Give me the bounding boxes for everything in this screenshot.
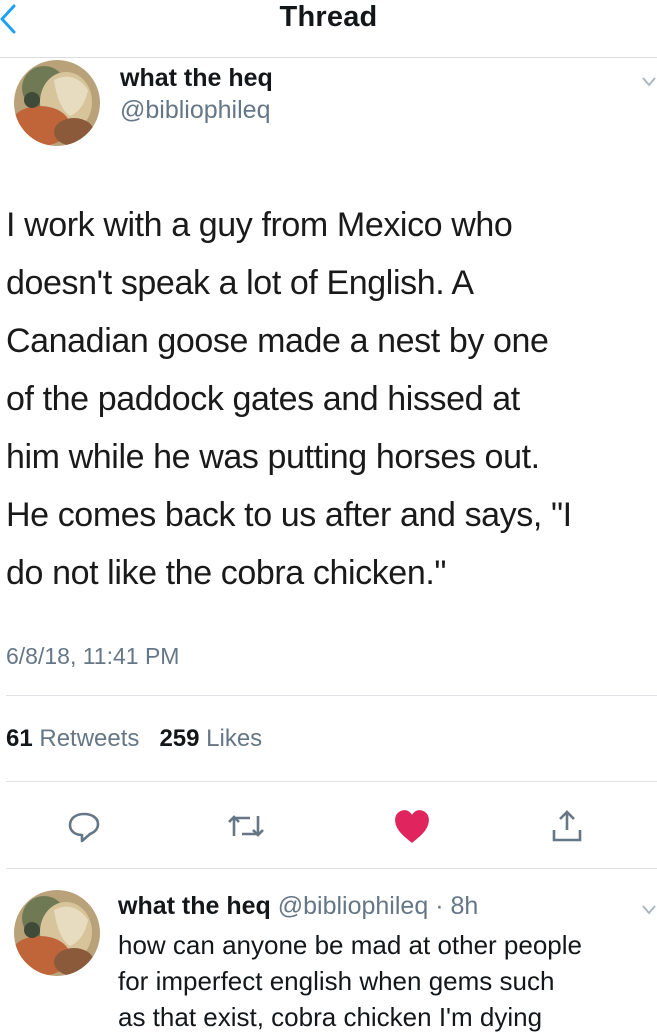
- author-handle[interactable]: @bibliophileq: [120, 96, 270, 125]
- reply-author-name[interactable]: what the heq: [118, 892, 271, 920]
- header-divider: [0, 57, 657, 58]
- heart-icon[interactable]: [392, 808, 432, 846]
- divider: [6, 781, 657, 782]
- retweets-label[interactable]: Retweets: [39, 725, 139, 752]
- navigation-bar: Thread: [0, 0, 657, 48]
- tweet-text-line: him while he was putting horses out.: [6, 438, 540, 476]
- engagement-stats: 61 Retweets 259 Likes: [6, 725, 262, 753]
- reply-time: 8h: [450, 892, 479, 920]
- likes-count[interactable]: 259: [159, 725, 199, 752]
- tweet-text-line: Canadian goose made a nest by one: [6, 322, 549, 360]
- reply-avatar[interactable]: [14, 890, 100, 976]
- tweet-text-line: of the paddock gates and hissed at: [6, 380, 520, 418]
- tweet-text-line: He comes back to us after and says, "I: [6, 496, 572, 534]
- reply-author-handle[interactable]: @bibliophileq: [278, 892, 428, 920]
- reply-icon[interactable]: [66, 808, 102, 844]
- author-name[interactable]: what the heq: [120, 64, 273, 93]
- likes-label[interactable]: Likes: [206, 725, 262, 752]
- reply-text-line: how can anyone be mad at other people: [118, 930, 583, 960]
- chevron-down-icon[interactable]: [641, 904, 657, 916]
- tweet-text-line: doesn't speak a lot of English. A: [6, 264, 474, 302]
- retweet-icon[interactable]: [226, 808, 266, 844]
- tweet-text-line: I work with a guy from Mexico who: [6, 206, 513, 244]
- page-title: Thread: [279, 1, 378, 33]
- chevron-down-icon[interactable]: [641, 76, 657, 88]
- reply-header: what the heq @bibliophileq · 8h: [118, 892, 478, 921]
- avatar[interactable]: [14, 60, 100, 146]
- divider: [6, 868, 657, 869]
- tweet-text: I work with a guy from Mexico who doesn'…: [6, 196, 646, 602]
- reply-separator: ·: [435, 892, 444, 920]
- reply-text-line: as that exist, cobra chicken I'm dying: [118, 1002, 543, 1032]
- retweets-count[interactable]: 61: [6, 725, 33, 752]
- avatar-image: [14, 60, 100, 146]
- divider: [6, 695, 657, 696]
- tweet-timestamp: 6/8/18, 11:41 PM: [6, 643, 180, 669]
- tweet-text-line: do not like the cobra chicken.": [6, 554, 447, 592]
- avatar-image: [14, 890, 100, 976]
- reply-text-line: for imperfect english when gems such: [118, 966, 555, 996]
- share-icon[interactable]: [549, 808, 585, 844]
